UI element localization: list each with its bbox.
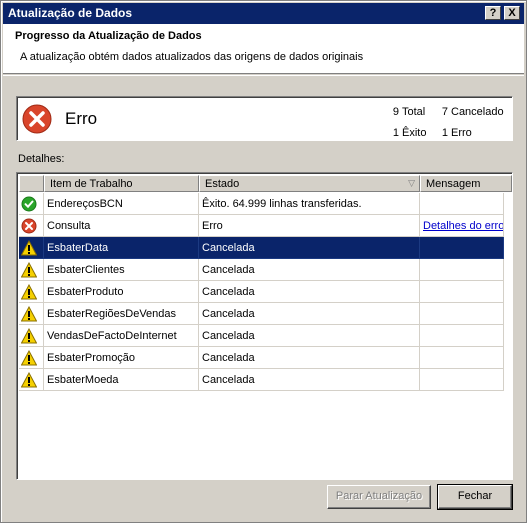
warning-icon bbox=[21, 328, 37, 344]
row-message bbox=[420, 193, 504, 215]
details-list[interactable]: Item de Trabalho Estado ▽ Mensagem Ender… bbox=[16, 172, 513, 480]
help-button[interactable]: ? bbox=[485, 6, 501, 20]
refresh-dialog: Atualização de Dados ? X Progresso da At… bbox=[0, 0, 527, 523]
table-row[interactable]: EsbaterClientes Cancelada bbox=[19, 259, 504, 281]
row-state: Êxito. 64.999 linhas transferidas. bbox=[199, 193, 420, 215]
success-label: Êxito bbox=[402, 127, 427, 139]
row-message bbox=[420, 369, 504, 391]
warning-icon bbox=[21, 284, 37, 300]
warning-icon bbox=[21, 240, 37, 256]
row-item: EsbaterMoeda bbox=[44, 369, 199, 391]
row-message bbox=[420, 347, 504, 369]
header-subtitle: A atualização obtém dados atualizados da… bbox=[20, 51, 364, 63]
error-details-link[interactable]: Detalhes do erro bbox=[423, 220, 503, 232]
row-item: EsbaterData bbox=[44, 237, 199, 259]
row-item: VendasDeFactoDeInternet bbox=[44, 325, 199, 347]
error-label: Erro bbox=[451, 127, 472, 139]
title-bar[interactable]: Atualização de Dados ? X bbox=[3, 3, 524, 24]
row-state: Cancelada bbox=[199, 259, 420, 281]
row-icon-cell bbox=[19, 237, 44, 259]
status-summary: Erro 9 Total 1 Êxito 7 Cancelado 1 Erro bbox=[16, 96, 513, 141]
header-divider bbox=[3, 75, 524, 76]
details-label: Detalhes: bbox=[18, 153, 65, 165]
row-state: Erro bbox=[199, 215, 420, 237]
warning-icon bbox=[21, 306, 37, 322]
row-icon-cell bbox=[19, 369, 44, 391]
total-count: 9 bbox=[392, 106, 399, 118]
sort-arrow-icon: ▽ bbox=[408, 178, 415, 188]
row-icon-cell bbox=[19, 193, 44, 215]
row-state: Cancelada bbox=[199, 347, 420, 369]
error-icon bbox=[22, 104, 52, 134]
row-state: Cancelada bbox=[199, 325, 420, 347]
row-icon-cell bbox=[19, 325, 44, 347]
table-row[interactable]: EsbaterPromoção Cancelada bbox=[19, 347, 504, 369]
success-count: 1 bbox=[392, 127, 399, 139]
row-message bbox=[420, 303, 504, 325]
counts-right: 7 Cancelado 1 Erro bbox=[436, 102, 504, 144]
close-button[interactable]: Fechar bbox=[437, 484, 513, 510]
table-row[interactable]: EsbaterRegiõesDeVendas Cancelada bbox=[19, 303, 504, 325]
table-row[interactable]: Consulta Erro Detalhes do erro bbox=[19, 215, 504, 237]
success-icon bbox=[21, 196, 37, 212]
list-header: Item de Trabalho Estado ▽ Mensagem bbox=[19, 175, 512, 192]
row-item: EsbaterClientes bbox=[44, 259, 199, 281]
row-icon-cell bbox=[19, 303, 44, 325]
header-panel: Progresso da Atualização de Dados A atua… bbox=[3, 24, 524, 74]
error-icon bbox=[21, 218, 37, 234]
row-state: Cancelada bbox=[199, 237, 420, 259]
row-icon-cell bbox=[19, 281, 44, 303]
row-icon-cell bbox=[19, 215, 44, 237]
row-state: Cancelada bbox=[199, 303, 420, 325]
row-message: Detalhes do erro bbox=[420, 215, 504, 237]
cancelled-label: Cancelado bbox=[451, 106, 504, 118]
row-item: EndereçosBCN bbox=[44, 193, 199, 215]
column-header-state-label: Estado bbox=[205, 178, 240, 190]
table-row[interactable]: EsbaterData Cancelada bbox=[19, 237, 504, 259]
row-state: Cancelada bbox=[199, 281, 420, 303]
error-count: 1 bbox=[441, 127, 448, 139]
row-item: EsbaterRegiõesDeVendas bbox=[44, 303, 199, 325]
row-message bbox=[420, 281, 504, 303]
warning-icon bbox=[21, 372, 37, 388]
column-header-state[interactable]: Estado ▽ bbox=[199, 175, 420, 192]
table-row[interactable]: EsbaterProduto Cancelada bbox=[19, 281, 504, 303]
row-message bbox=[420, 259, 504, 281]
warning-icon bbox=[21, 262, 37, 278]
row-item: EsbaterProduto bbox=[44, 281, 199, 303]
column-header-icon[interactable] bbox=[19, 175, 44, 192]
cancelled-count: 7 bbox=[441, 106, 448, 118]
row-message bbox=[420, 325, 504, 347]
window-title: Atualização de Dados bbox=[8, 6, 133, 20]
table-row[interactable]: VendasDeFactoDeInternet Cancelada bbox=[19, 325, 504, 347]
table-row[interactable]: EndereçosBCN Êxito. 64.999 linhas transfe… bbox=[19, 193, 504, 215]
row-item: Consulta bbox=[44, 215, 199, 237]
row-state: Cancelada bbox=[199, 369, 420, 391]
row-message bbox=[420, 237, 504, 259]
status-text: Erro bbox=[65, 109, 98, 128]
row-icon-cell bbox=[19, 259, 44, 281]
total-label: Total bbox=[402, 106, 426, 118]
row-icon-cell bbox=[19, 347, 44, 369]
counts-left: 9 Total 1 Êxito bbox=[387, 102, 427, 144]
stop-refresh-button[interactable]: Parar Atualização bbox=[327, 485, 431, 509]
row-item: EsbaterPromoção bbox=[44, 347, 199, 369]
table-row[interactable]: EsbaterMoeda Cancelada bbox=[19, 369, 504, 391]
header-title: Progresso da Atualização de Dados bbox=[15, 30, 202, 42]
close-window-button[interactable]: X bbox=[504, 6, 520, 20]
warning-icon bbox=[21, 350, 37, 366]
column-header-message[interactable]: Mensagem bbox=[420, 175, 512, 192]
column-header-item[interactable]: Item de Trabalho bbox=[44, 175, 199, 192]
